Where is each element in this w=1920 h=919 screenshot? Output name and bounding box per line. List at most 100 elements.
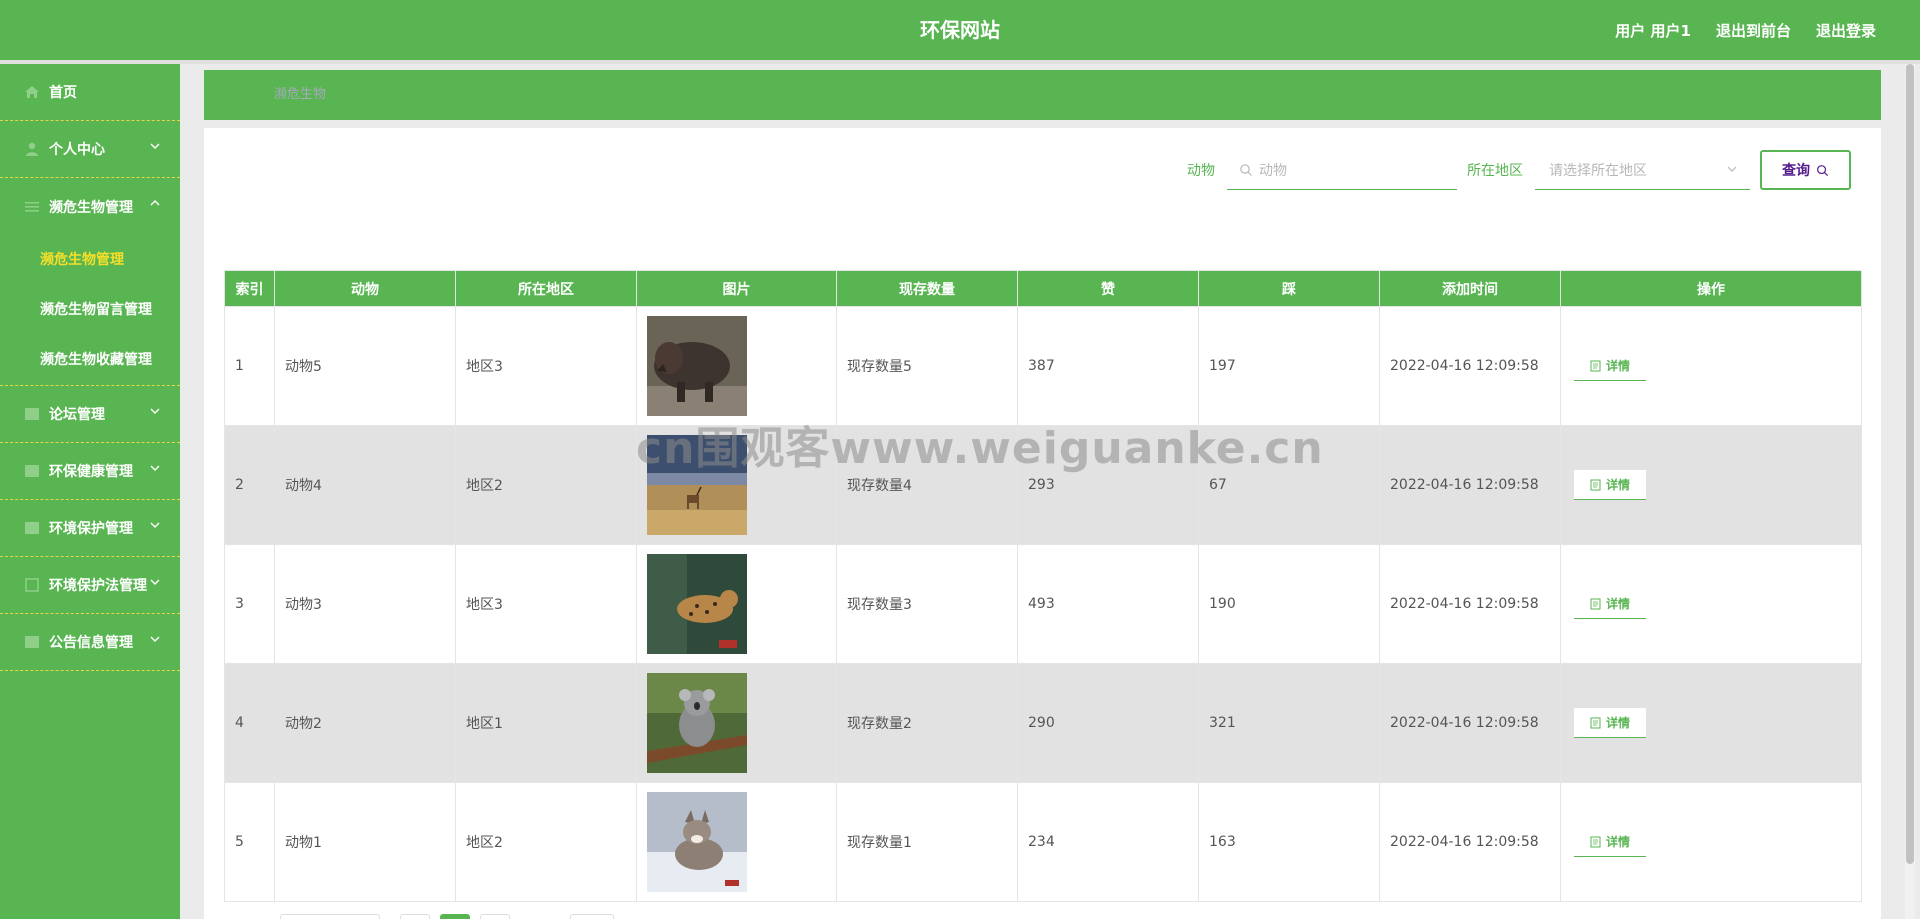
animal-search-placeholder: 动物 — [1259, 162, 1287, 179]
cell-added-time: 2022-04-16 12:09:58 — [1379, 663, 1561, 783]
chevron-down-icon — [150, 579, 160, 585]
cell-quantity: 现存数量4 — [836, 425, 1018, 545]
chevron-down-icon — [1727, 166, 1737, 172]
column-header-likes: 赞 — [1017, 270, 1199, 307]
page-scrollbar[interactable] — [1905, 64, 1915, 919]
cell-image — [636, 663, 837, 783]
logout-link[interactable]: 退出登录 — [1816, 20, 1876, 41]
search-icon — [1240, 163, 1252, 176]
region-select-placeholder: 请选择所在地区 — [1549, 162, 1647, 179]
sidebar-item-eco-health[interactable]: 环保健康管理 — [0, 443, 180, 500]
animal-filter-label: 动物 — [1187, 163, 1215, 179]
document-icon — [1590, 479, 1601, 490]
detail-button[interactable]: 详情 — [1574, 708, 1646, 738]
cell-likes: 234 — [1017, 782, 1199, 902]
document-icon — [1590, 598, 1601, 609]
cell-animal: 动物2 — [274, 663, 456, 783]
submenu-endangered-species-favorites[interactable]: 濒危生物收藏管理 — [0, 335, 180, 385]
cell-added-time: 2022-04-16 12:09:58 — [1379, 544, 1561, 664]
koala-photo[interactable] — [647, 673, 747, 773]
sidebar: 首页 个人中心 濒危生物管理 濒危生物管理 濒危生物留言管理 濒危生物收藏管理 … — [0, 64, 180, 919]
sidebar-item-environment-protection[interactable]: 环境保护管理 — [0, 500, 180, 557]
cell-image — [636, 782, 837, 902]
sidebar-item-forum[interactable]: 论坛管理 — [0, 386, 180, 443]
grid-icon — [25, 408, 39, 420]
cell-likes: 293 — [1017, 425, 1199, 545]
cell-image — [636, 544, 837, 664]
cell-index: 1 — [224, 306, 275, 426]
cell-dislikes: 67 — [1198, 425, 1380, 545]
document-icon — [1590, 717, 1601, 728]
header-nav: 用户 用户1 退出到前台 退出登录 — [1615, 0, 1876, 60]
cell-region: 地区2 — [455, 425, 637, 545]
chevron-down-icon — [150, 522, 160, 528]
next-page-button[interactable] — [480, 914, 510, 919]
cell-region: 地区3 — [455, 306, 637, 426]
back-to-frontend-link[interactable]: 退出到前台 — [1716, 20, 1791, 41]
antelope-photo[interactable] — [647, 435, 747, 535]
cell-region: 地区1 — [455, 663, 637, 783]
cell-likes: 387 — [1017, 306, 1199, 426]
region-select[interactable]: 请选择所在地区 — [1535, 150, 1750, 190]
table-row: 3 动物3 地区3 现存数量3 493 190 2022-04-16 12:09… — [224, 544, 1862, 664]
sidebar-item-label: 公告信息管理 — [49, 635, 133, 651]
cell-quantity: 现存数量1 — [836, 782, 1018, 902]
column-header-region: 所在地区 — [455, 270, 637, 307]
prev-page-button[interactable] — [400, 914, 430, 919]
cell-animal: 动物3 — [274, 544, 456, 664]
cell-likes: 493 — [1017, 544, 1199, 664]
sidebar-item-announcements[interactable]: 公告信息管理 — [0, 614, 180, 671]
cell-animal: 动物5 — [274, 306, 456, 426]
table-row: 5 动物1 地区2 现存数量1 234 163 2022-04-16 12:09… — [224, 782, 1862, 902]
cell-quantity: 现存数量5 — [836, 306, 1018, 426]
region-filter-label: 所在地区 — [1467, 163, 1523, 179]
breadcrumb: 濒危生物 — [204, 70, 1881, 120]
cell-added-time: 2022-04-16 12:09:58 — [1379, 782, 1561, 902]
page-size-select[interactable] — [280, 914, 380, 919]
table-header-row: 索引 动物 所在地区 图片 现存数量 赞 踩 添加时间 操作 — [224, 270, 1862, 307]
cell-actions: 详情 — [1560, 544, 1862, 664]
table-row: 1 动物5 地区3 现存数量5 387 197 2022-04-16 12:09… — [224, 306, 1862, 426]
cell-actions: 详情 — [1560, 425, 1862, 545]
cell-region: 地区3 — [455, 544, 637, 664]
list-icon — [25, 201, 39, 212]
animal-search-input[interactable]: 动物 — [1227, 150, 1457, 190]
goto-page-input[interactable] — [570, 914, 614, 919]
scrollbar-thumb[interactable] — [1906, 64, 1914, 864]
rhino-photo[interactable] — [647, 316, 747, 416]
cell-index: 3 — [224, 544, 275, 664]
sidebar-item-home[interactable]: 首页 — [0, 64, 180, 121]
chevron-up-icon — [150, 200, 160, 206]
sidebar-item-environment-law[interactable]: 环境保护法管理 — [0, 557, 180, 614]
page-button-active[interactable] — [440, 914, 470, 919]
sidebar-item-label: 环境保护管理 — [49, 521, 133, 537]
search-icon — [1817, 164, 1829, 176]
sidebar-item-personal-center[interactable]: 个人中心 — [0, 121, 180, 178]
submenu-endangered-species-messages[interactable]: 濒危生物留言管理 — [0, 285, 180, 335]
user-icon — [26, 142, 38, 156]
chevron-down-icon — [150, 636, 160, 642]
main-content: 濒危生物 动物 动物 所在地区 请选择所在地区 查询 索引 动物 所在地区 图片… — [180, 64, 1915, 919]
sidebar-item-label: 论坛管理 — [49, 407, 105, 423]
submenu-endangered-species-management[interactable]: 濒危生物管理 — [0, 235, 180, 285]
sidebar-item-endangered-species[interactable]: 濒危生物管理 — [0, 178, 180, 235]
detail-button[interactable]: 详情 — [1574, 589, 1646, 619]
search-bar: 动物 动物 所在地区 请选择所在地区 查询 — [1187, 150, 1851, 190]
top-header: 环保网站 用户 用户1 退出到前台 退出登录 — [0, 0, 1920, 60]
breadcrumb-current[interactable]: 濒危生物 — [274, 70, 326, 120]
detail-button[interactable]: 详情 — [1574, 827, 1646, 857]
query-button[interactable]: 查询 — [1760, 150, 1851, 190]
detail-button[interactable]: 详情 — [1574, 470, 1646, 500]
leopard-photo[interactable] — [647, 554, 747, 654]
cell-quantity: 现存数量3 — [836, 544, 1018, 664]
document-icon — [1590, 360, 1601, 371]
fox-photo[interactable] — [647, 792, 747, 892]
column-header-dislikes: 踩 — [1198, 270, 1380, 307]
detail-button-label: 详情 — [1605, 716, 1630, 730]
detail-button-label: 详情 — [1605, 478, 1630, 492]
cell-dislikes: 197 — [1198, 306, 1380, 426]
cell-region: 地区2 — [455, 782, 637, 902]
sidebar-item-label: 环境保护法管理 — [49, 578, 147, 594]
detail-button[interactable]: 详情 — [1574, 351, 1646, 381]
cell-actions: 详情 — [1560, 663, 1862, 783]
